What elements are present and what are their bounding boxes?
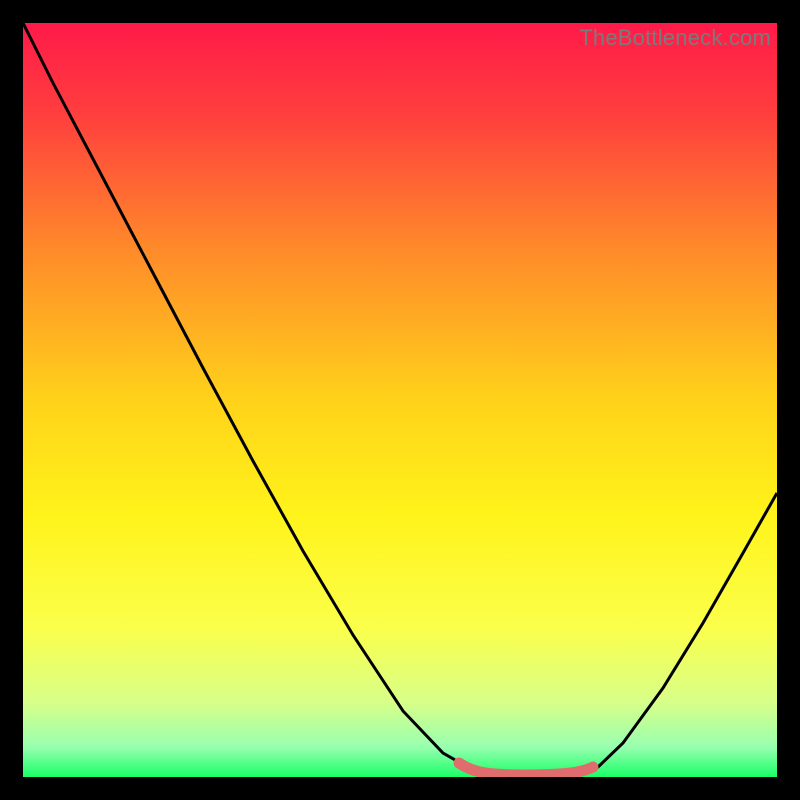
chart-frame: TheBottleneck.com: [23, 23, 777, 777]
gradient-background: [23, 23, 777, 777]
watermark-label: TheBottleneck.com: [579, 25, 771, 51]
bottleneck-chart: [23, 23, 777, 777]
